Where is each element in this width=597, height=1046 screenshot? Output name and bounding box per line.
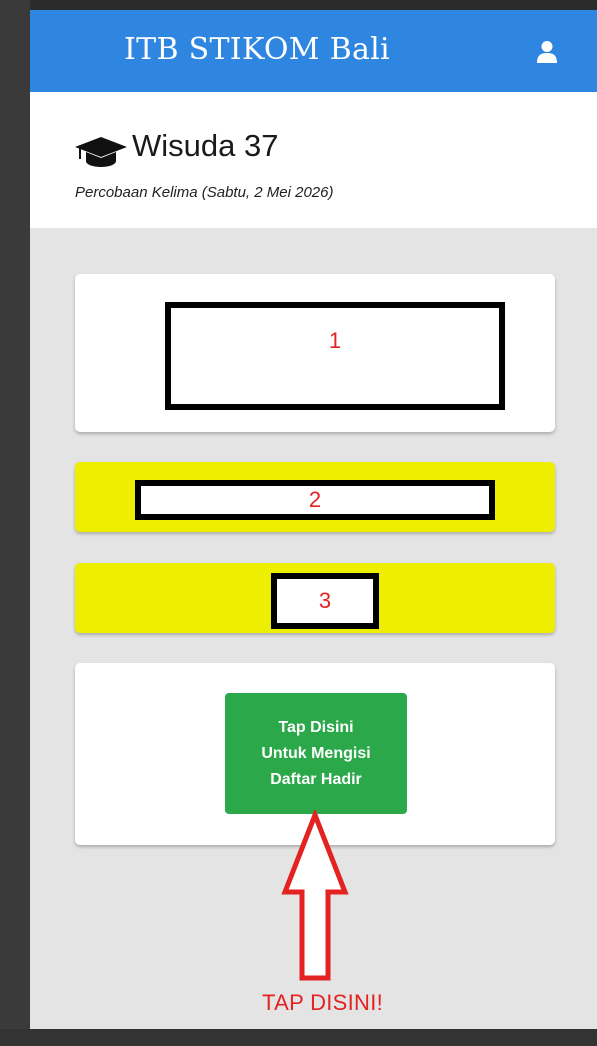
navbar-title: ITB STIKOM Bali (124, 32, 390, 67)
box-label-3: 3 (318, 588, 332, 613)
info-card-3: 3 (75, 563, 555, 633)
button-line-2: Untuk Mengisi (261, 744, 371, 762)
window-left-edge (0, 0, 30, 1046)
redacted-box-2: 2 (135, 480, 495, 520)
redacted-box-1: 1 (165, 302, 505, 410)
info-card-1: 1 (75, 274, 555, 432)
navbar: ITB STIKOM Bali (30, 10, 597, 92)
tap-here-annotation: TAP DISINI! (262, 990, 384, 1015)
button-line-3: Daftar Hadir (270, 770, 362, 788)
info-card-2: 2 (75, 462, 555, 532)
box-label-2: 2 (308, 487, 322, 512)
page-header: Wisuda 37 Percobaan Kelima (Sabtu, 2 Mei… (30, 92, 597, 228)
app-screen: ITB STIKOM Bali Wisuda 37 Percobaan Keli… (30, 10, 597, 1029)
button-line-1: Tap Disini (278, 718, 354, 736)
graduation-cap-icon (75, 137, 127, 167)
page-title: Wisuda 37 (132, 128, 279, 163)
window-bottom-edge (0, 1029, 597, 1046)
page-subtitle: Percobaan Kelima (Sabtu, 2 Mei 2026) (75, 184, 334, 201)
up-arrow-annotation-icon (281, 810, 349, 981)
redacted-box-3: 3 (271, 573, 379, 629)
box-label-1: 1 (328, 328, 342, 353)
fill-attendance-button[interactable]: Tap Disini Untuk Mengisi Daftar Hadir (225, 693, 407, 814)
user-icon[interactable] (536, 40, 558, 64)
window-top-edge (0, 0, 597, 10)
